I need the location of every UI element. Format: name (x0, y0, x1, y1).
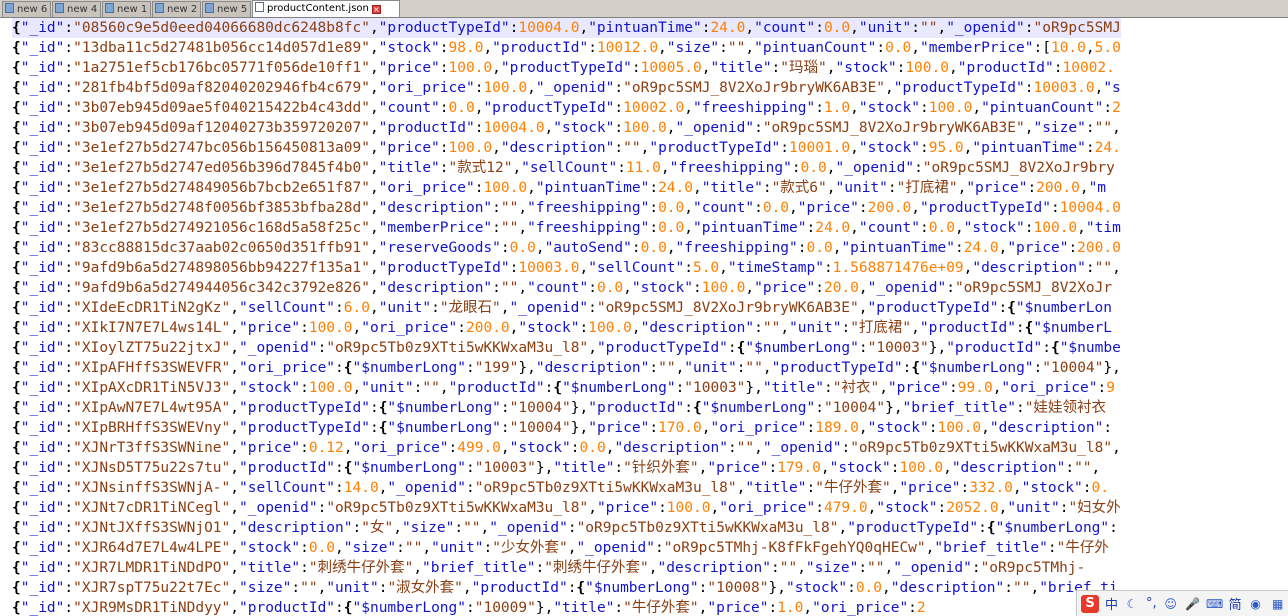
code-line[interactable]: {"_id":"XJNt7cDR1TiNCegl","_openid":"oR9… (12, 498, 1121, 518)
keyboard-icon[interactable]: ⌨ (1206, 596, 1223, 612)
floppy-disk-icon (205, 3, 214, 13)
code-line[interactable]: {"_id":"1a2751ef5cb176bc05771f056de10ff1… (12, 58, 1115, 78)
code-line[interactable]: {"_id":"3e1ef27b5d274849056b7bcb2e651f87… (12, 178, 1106, 198)
code-line[interactable]: {"_id":"XIpAFHffS3SWEVFR","ori_price":{"… (12, 358, 1121, 378)
code-line[interactable]: {"_id":"XIkI7N7E7L4ws14L","price":100.0,… (12, 318, 1112, 338)
tab-label: productContent.json (267, 3, 369, 14)
tab-new-5[interactable]: new 5 (202, 1, 251, 17)
code-line[interactable]: {"_id":"3b07eb945d09af12040273b359720207… (12, 118, 1121, 138)
tab-productcontent-json[interactable]: productContent.json × (252, 0, 400, 17)
code-line[interactable]: {"_id":"08560c9e5d0eed04066680dc6248b8fc… (12, 18, 1121, 38)
code-line[interactable]: {"_id":"3b07eb945d09ae5f040215422b4c43dd… (12, 98, 1121, 118)
code-line[interactable]: {"_id":"9afd9b6a5d274944056c342c3792e826… (12, 278, 1112, 298)
tab-new-2[interactable]: new 2 (152, 1, 201, 17)
code-line[interactable]: {"_id":"3e1ef27b5d2748f0056bf3853bfba28d… (12, 198, 1121, 218)
toolbox-icon[interactable]: ▦ (1270, 596, 1286, 612)
code-line[interactable]: {"_id":"13dba11c5d27481b056cc14d057d1e89… (12, 38, 1121, 58)
code-line[interactable]: {"_id":"XJR9MsDR1TiNDdyy","productId":{"… (12, 598, 926, 616)
floppy-disk-icon (5, 3, 14, 13)
code-line[interactable]: {"_id":"83cc88815dc37aab02c0650d351ffb91… (12, 238, 1121, 258)
emoji-icon[interactable]: ☺ (1163, 596, 1179, 612)
code-line[interactable]: {"_id":"3e1ef27b5d2747ed056b396d7845f4b0… (12, 158, 1115, 178)
code-line[interactable]: {"_id":"XIpAwN7E7L4wt95A","productTypeId… (12, 398, 1106, 418)
code-line[interactable]: {"_id":"XJNsinffS3SWNjA-","sellCount":14… (12, 478, 1109, 498)
tab-new-4[interactable]: new 4 (52, 1, 101, 17)
code-line[interactable]: {"_id":"XJR7spT75u22t7Ec","size":"","uni… (12, 578, 1118, 598)
code-line[interactable]: {"_id":"XJNsD5T75u22s7tu","productId":{"… (12, 458, 1100, 478)
microphone-icon[interactable]: 🎤 (1185, 596, 1201, 612)
ime-toolbar: S 中 ☾ °, ☺ 🎤 ⌨ 简 ◉ ▦ (1076, 590, 1288, 616)
floppy-disk-icon (155, 3, 164, 13)
ime-language-toggle[interactable]: 中 (1105, 594, 1118, 613)
ime-simplified-toggle[interactable]: 简 (1229, 594, 1242, 613)
tab-new-6[interactable]: new 6 (2, 1, 51, 17)
tab-label: new 1 (117, 4, 148, 15)
code-line[interactable]: {"_id":"3e1ef27b5d2747bc056b156450813a09… (12, 138, 1121, 158)
code-line[interactable]: {"_id":"XJNtJXffS3SWNjO1","description":… (12, 518, 1118, 538)
tab-label: new 6 (17, 4, 48, 15)
code-editor[interactable]: {"_id":"08560c9e5d0eed04066680dc6248b8fc… (0, 18, 1288, 616)
sogou-ime-icon[interactable]: S (1081, 594, 1099, 613)
tab-label: new 2 (167, 4, 198, 15)
document-icon (255, 2, 264, 12)
ime-punctuation-toggle[interactable]: °, (1146, 596, 1157, 611)
code-line[interactable]: {"_id":"XJNrT3ffS3SWNine","price":0.12,"… (12, 438, 1121, 458)
code-line[interactable]: {"_id":"281fb4bf5d09af82040202946fb4c679… (12, 78, 1121, 98)
tab-label: new 5 (217, 4, 248, 15)
code-line[interactable]: {"_id":"XIpBRHffS3SWEVny","productTypeId… (12, 418, 1112, 438)
code-line[interactable]: {"_id":"9afd9b6a5d274898056bb94227f135a1… (12, 258, 1121, 278)
code-line[interactable]: {"_id":"XJR64d7E7L4w4LPE","stock":0.0,"s… (12, 538, 1109, 558)
code-line[interactable]: {"_id":"XIpAXcDR1TiN5VJ3","stock":100.0,… (12, 378, 1115, 398)
close-icon[interactable]: × (371, 5, 381, 14)
skin-icon[interactable]: ◉ (1248, 596, 1264, 612)
code-line[interactable]: {"_id":"3e1ef27b5d274921056c168d5a58f25c… (12, 218, 1121, 238)
code-line[interactable]: {"_id":"XJR7LMDR1TiNDdPO","title":"刺绣牛仔外… (12, 558, 1085, 578)
code-line[interactable]: {"_id":"XIdeEcDR1TiN2gKz","sellCount":6.… (12, 298, 1112, 318)
moon-icon[interactable]: ☾ (1124, 596, 1140, 612)
code-line[interactable]: {"_id":"XIoylZT75u22jtxJ","_openid":"oR9… (12, 338, 1121, 358)
floppy-disk-icon (55, 3, 64, 13)
tab-label: new 4 (67, 4, 98, 15)
floppy-disk-icon (105, 3, 114, 13)
tab-new-1[interactable]: new 1 (102, 1, 151, 17)
tab-bar: new 6 new 4 new 1 new 2 new 5 productContent.… (0, 0, 1288, 18)
